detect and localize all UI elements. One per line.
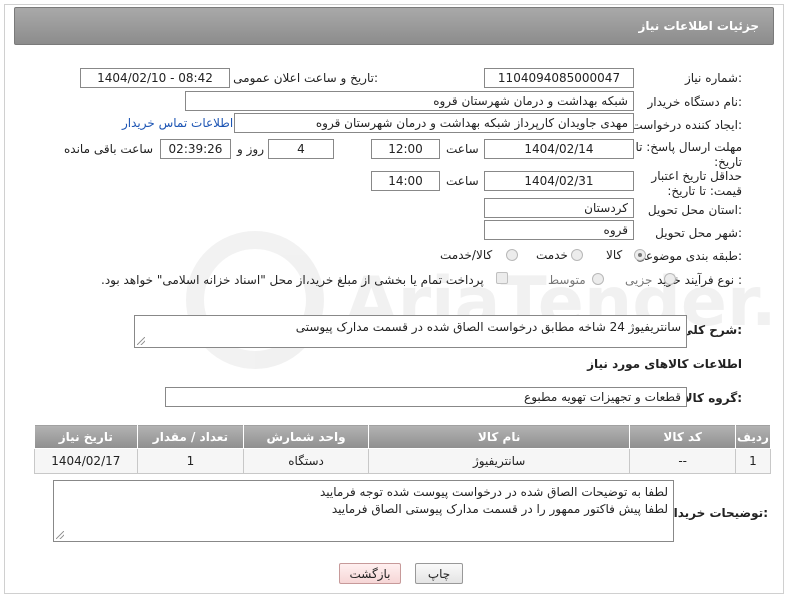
- col-code-header: کد کالا: [629, 424, 736, 449]
- reply-deadline-label: مهلت ارسال پاسخ: تا تاریخ:: [635, 140, 742, 169]
- cell-date: 1404/02/17: [34, 448, 138, 474]
- cell-code: --: [629, 448, 736, 474]
- category-radio-goods[interactable]: [634, 249, 646, 261]
- goods-group-field: قطعات و تجهیزات تهویه مطبوع: [165, 387, 687, 407]
- announce-datetime-field: 1404/02/10 - 08:42: [80, 68, 230, 88]
- purchase-option-minor: جزیی: [625, 273, 653, 287]
- reply-deadline-date: 1404/02/14: [484, 139, 634, 159]
- print-button[interactable]: چاپ: [415, 563, 463, 584]
- col-date-header: تاریخ نیاز: [34, 424, 138, 449]
- back-button[interactable]: بازگشت: [339, 563, 401, 584]
- treasury-payment-checkbox[interactable]: [496, 272, 508, 284]
- items-table: ردیف کد کالا نام کالا واحد شمارش تعداد /…: [34, 424, 772, 474]
- need-number-field: 1104094085000047: [484, 68, 634, 88]
- reply-days-label: روز و: [237, 142, 264, 156]
- description-text: سانتریفیوژ 24 شاخه مطابق درخواست الصاق ش…: [295, 320, 681, 334]
- reply-days-field: 4: [268, 139, 334, 159]
- price-validity-time-label: ساعت: [446, 174, 479, 188]
- resize-grip-icon[interactable]: [56, 531, 64, 539]
- remaining-time-label: ساعت باقی مانده: [64, 142, 154, 156]
- requester-field: مهدی جاویدان کارپرداز شبکه بهداشت و درما…: [234, 113, 634, 133]
- purchase-option-medium: متوسط: [548, 273, 586, 287]
- col-name-header: نام کالا: [367, 424, 631, 449]
- buyer-org-field: شبکه بهداشت و درمان شهرستان قروه: [185, 91, 634, 111]
- cell-qty: 1: [136, 448, 245, 474]
- cell-row: 1: [734, 448, 772, 474]
- delivery-city-label: شهر محل تحویل:: [655, 226, 742, 240]
- requester-label: ایجاد کننده درخواست:: [631, 118, 742, 132]
- page-header: جزئیات اطلاعات نیاز: [14, 7, 774, 45]
- buyer-notes-label: توضیحات خریدار:: [666, 506, 768, 520]
- col-row-header: ردیف: [734, 424, 772, 449]
- items-table-header: ردیف کد کالا نام کالا واحد شمارش تعداد /…: [34, 424, 772, 449]
- table-row: 1 -- سانتریفیوژ دستگاه 1 1404/02/17: [34, 448, 772, 474]
- remaining-time-field: 02:39:26: [160, 139, 231, 159]
- buyer-notes-line-2: لطفا پیش فاکتور ممهور را در قسمت مدارک پ…: [331, 502, 668, 516]
- cell-unit: دستگاه: [243, 448, 369, 474]
- price-validity-label: حداقل تاریخ اعتبار قیمت: تا تاریخ:: [651, 169, 742, 198]
- delivery-city-field: قروه: [484, 220, 634, 240]
- goods-group-label: گروه کالا:: [683, 391, 742, 405]
- purchase-radio-minor[interactable]: [664, 273, 676, 285]
- buyer-org-label: نام دستگاه خریدار:: [647, 95, 743, 109]
- category-option-both: کالا/خدمت: [440, 248, 493, 262]
- price-validity-date: 1404/02/31: [484, 171, 634, 191]
- delivery-province-label: استان محل تحویل:: [647, 203, 742, 217]
- goods-info-heading: اطلاعات کالاهای مورد نیاز: [587, 357, 742, 371]
- announce-datetime-label: تاریخ و ساعت اعلان عمومی:: [233, 71, 378, 85]
- col-unit-header: واحد شمارش: [243, 424, 369, 449]
- col-qty-header: تعداد / مقدار: [136, 424, 245, 449]
- price-validity-time: 14:00: [371, 171, 440, 191]
- buyer-notes-line-1: لطفا به توضیحات الصاق شده در درخواست پیو…: [320, 485, 668, 499]
- reply-deadline-time-label: ساعت: [446, 142, 479, 156]
- category-radio-both[interactable]: [506, 249, 518, 261]
- reply-deadline-time: 12:00: [371, 139, 440, 159]
- description-textarea[interactable]: سانتریفیوژ 24 شاخه مطابق درخواست الصاق ش…: [134, 315, 687, 348]
- buyer-notes-textarea[interactable]: لطفا به توضیحات الصاق شده در درخواست پیو…: [53, 480, 674, 542]
- category-radio-service[interactable]: [571, 249, 583, 261]
- category-label: طبقه بندی موضوعی:: [635, 249, 742, 263]
- delivery-province-field: کردستان: [484, 198, 634, 218]
- buyer-contact-link[interactable]: اطلاعات تماس خریدار: [122, 116, 233, 130]
- resize-grip-icon[interactable]: [137, 337, 145, 345]
- category-option-goods: کالا: [606, 248, 623, 262]
- treasury-payment-note: پرداخت تمام یا بخشی از مبلغ خرید،از محل …: [101, 273, 484, 287]
- category-option-service: خدمت: [536, 248, 568, 262]
- page-title: جزئیات اطلاعات نیاز: [638, 19, 759, 33]
- need-number-label: شماره نیاز:: [684, 71, 742, 85]
- cell-name: سانتریفیوژ: [367, 448, 631, 474]
- purchase-radio-medium[interactable]: [592, 273, 604, 285]
